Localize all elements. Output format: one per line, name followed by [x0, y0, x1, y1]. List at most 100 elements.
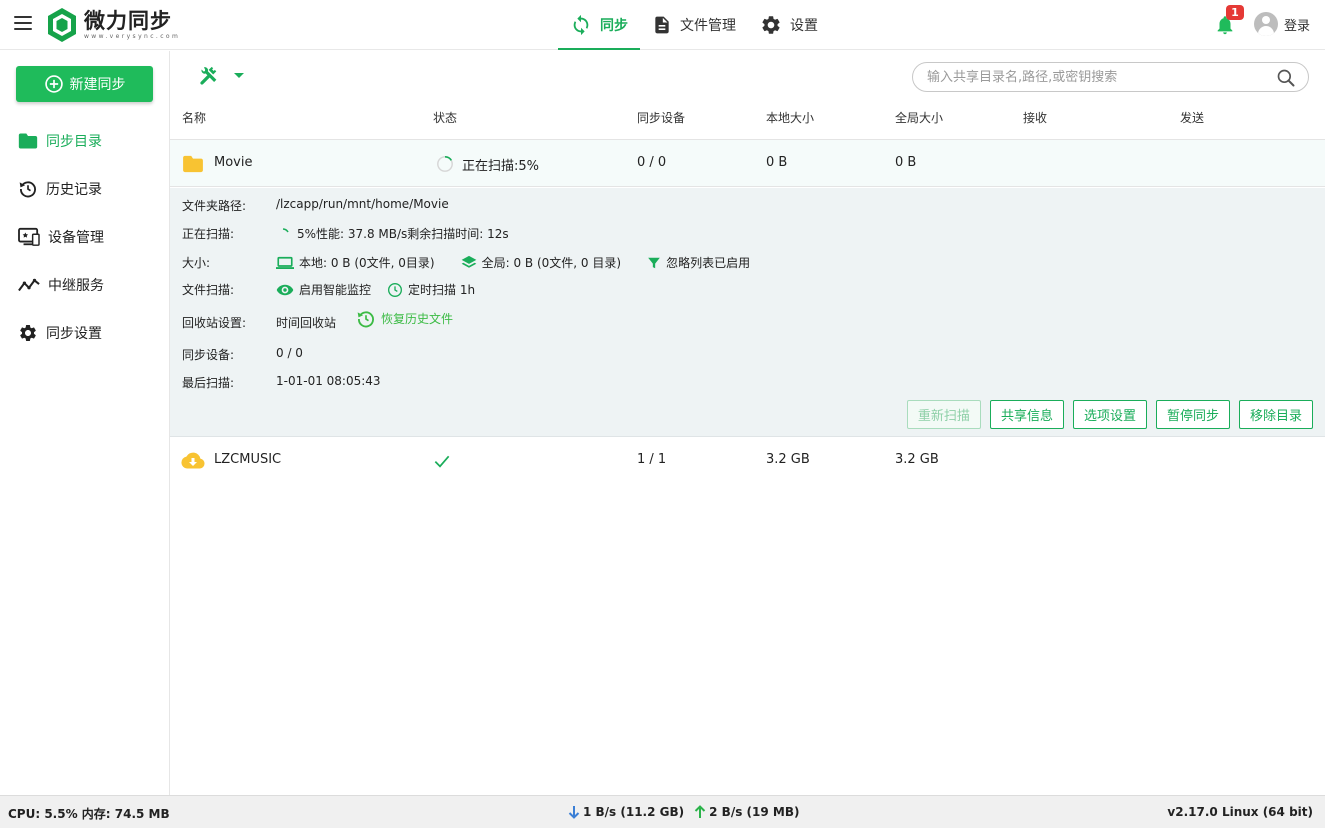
sidebar-item-history[interactable]: 历史记录 — [0, 165, 169, 213]
table-header: 名称 状态 同步设备 本地大小 全局大小 接收 发送 — [170, 103, 1325, 140]
sidebar-item-label: 历史记录 — [46, 182, 102, 198]
folder-name: LZCMUSIC — [214, 452, 282, 467]
nav-tab-label: 文件管理 — [680, 18, 736, 34]
sidebar: 新建同步 同步目录 历史记录 设备管理 中继服务 同步设置 — [0, 51, 170, 795]
detail-label: 大小: — [182, 256, 211, 270]
nav-tab-settings[interactable]: 设置 — [748, 0, 830, 50]
sidebar-item-sync-folders[interactable]: 同步目录 — [0, 117, 169, 165]
sidebar-item-sync-settings[interactable]: 同步设置 — [0, 309, 169, 357]
spinner-icon — [437, 155, 453, 172]
detail-scanning: 5%性能: 37.8 MB/s剩余扫描时间: 12s — [276, 225, 509, 242]
plus-circle-icon — [44, 75, 63, 93]
detail-label: 文件扫描: — [182, 283, 235, 297]
restore-history-link[interactable]: 恢复历史文件 — [356, 311, 453, 329]
cpu-memory-status: CPU: 5.5% 内存: 74.5 MB — [8, 807, 170, 821]
column-header-name: 名称 — [182, 111, 207, 125]
detail-file-scan: 启用智能监控 定时扫描 1h — [276, 281, 475, 298]
upload-rate: 2 B/s (19 MB) — [709, 805, 800, 819]
restore-history-icon — [357, 311, 374, 327]
arrow-up-icon — [694, 805, 706, 818]
file-icon — [655, 16, 669, 34]
smart-monitor: 启用智能监控 — [299, 283, 372, 297]
restore-history-label: 恢复历史文件 — [381, 312, 454, 326]
sidebar-item-devices[interactable]: 设备管理 — [0, 213, 169, 261]
app-url: www.verysync.com — [84, 33, 181, 40]
table-row[interactable]: Movie 正在扫描:5% 0 / 0 0 B 0 B — [170, 140, 1325, 187]
notification-badge: 1 — [1226, 5, 1244, 20]
timed-scan: 定时扫描 1h — [408, 283, 476, 297]
sync-icon — [573, 14, 589, 36]
size-global: 全局: 0 B (0文件, 0 目录) — [481, 256, 622, 270]
layers-icon — [461, 255, 476, 268]
check-icon — [434, 455, 450, 468]
sidebar-item-label: 同步目录 — [46, 134, 102, 150]
detail-label: 正在扫描: — [182, 227, 235, 241]
relay-icon — [18, 278, 40, 292]
main-content: 名称 状态 同步设备 本地大小 全局大小 接收 发送 Movie 正在扫描:5%… — [170, 51, 1325, 795]
detail-path: /lzcapp/run/mnt/home/Movie — [276, 197, 449, 211]
search-input[interactable] — [927, 68, 1267, 86]
nav-tab-label: 同步 — [600, 18, 628, 34]
laptop-icon — [276, 256, 294, 269]
app-name: 微力同步 — [84, 9, 172, 33]
folder-devices: 0 / 0 — [637, 155, 667, 170]
detail-label: 同步设备: — [182, 348, 235, 362]
folder-local-size: 3.2 GB — [766, 452, 810, 467]
login-label: 登录 — [1284, 18, 1311, 34]
column-header-devices: 同步设备 — [637, 111, 686, 125]
search-icon[interactable] — [1276, 68, 1296, 88]
folder-global-size: 3.2 GB — [895, 452, 939, 467]
new-sync-label: 新建同步 — [69, 77, 126, 93]
search-box — [912, 62, 1309, 92]
login-button[interactable]: 登录 — [1254, 12, 1310, 36]
column-header-receive: 接收 — [1023, 111, 1048, 125]
share-info-button[interactable]: 共享信息 — [989, 400, 1064, 429]
folder-global-size: 0 B — [895, 155, 917, 170]
download-rate: 1 B/s (11.2 GB) — [583, 805, 685, 819]
nav-tab-file-manager[interactable]: 文件管理 — [640, 0, 748, 50]
spinner-icon — [282, 227, 289, 232]
detail-label: 回收站设置: — [182, 316, 247, 330]
detail-actions: 重新扫描 共享信息 选项设置 暂停同步 移除目录 — [898, 400, 1313, 429]
nav-tab-sync[interactable]: 同步 — [558, 0, 640, 50]
new-sync-button[interactable]: 新建同步 — [16, 66, 153, 102]
folder-icon — [18, 133, 38, 149]
column-header-local-size: 本地大小 — [766, 111, 815, 125]
folder-devices: 1 / 1 — [637, 452, 667, 467]
sidebar-item-relay[interactable]: 中继服务 — [0, 261, 169, 309]
tools-dropdown[interactable] — [198, 65, 244, 85]
table-row[interactable]: LZCMUSIC 1 / 1 3.2 GB 3.2 GB — [170, 437, 1325, 484]
main-nav: 同步 文件管理 设置 — [558, 0, 830, 50]
options-button[interactable]: 选项设置 — [1072, 400, 1147, 429]
app-logo[interactable]: 微力同步 www.verysync.com — [46, 7, 180, 43]
detail-size: 本地: 0 B (0文件, 0目录) 全局: 0 B (0文件, 0 目录) 忽… — [276, 254, 750, 271]
sidebar-item-label: 设备管理 — [48, 230, 104, 246]
folder-local-size: 0 B — [766, 155, 788, 170]
folder-icon — [183, 155, 203, 173]
detail-recycle: 时间回收站 恢复历史文件 — [276, 311, 453, 331]
sidebar-item-label: 同步设置 — [46, 326, 102, 342]
pause-sync-button[interactable]: 暂停同步 — [1155, 400, 1230, 429]
rescan-button[interactable]: 重新扫描 — [906, 400, 981, 429]
size-local: 本地: 0 B (0文件, 0目录) — [299, 256, 435, 270]
column-header-global-size: 全局大小 — [895, 111, 944, 125]
detail-label: 文件夹路径: — [182, 199, 247, 213]
status-bar: CPU: 5.5% 内存: 74.5 MB 1 B/s (11.2 GB) 2 … — [0, 795, 1325, 828]
detail-devices: 0 / 0 — [276, 346, 303, 360]
detail-last-scan: 1-01-01 08:05:43 — [276, 374, 381, 388]
version-info: v2.17.0 Linux (64 bit) — [1167, 805, 1313, 819]
gear-icon — [762, 16, 780, 34]
arrow-down-icon — [568, 806, 580, 819]
top-bar: 微力同步 www.verysync.com 同步 文件管理 设置 1 登录 — [0, 0, 1325, 50]
recycle-value: 时间回收站 — [276, 316, 337, 330]
filter-icon — [648, 257, 660, 268]
gear-icon — [20, 325, 36, 341]
folder-status: 正在扫描:5% — [462, 159, 540, 174]
avatar-icon — [1254, 12, 1278, 36]
logo-icon — [48, 8, 76, 42]
nav-tab-label: 设置 — [790, 18, 818, 34]
remove-folder-button[interactable]: 移除目录 — [1238, 400, 1313, 429]
eye-icon — [276, 284, 294, 295]
menu-icon[interactable] — [14, 16, 32, 30]
folder-detail-panel: 文件夹路径: /lzcapp/run/mnt/home/Movie 正在扫描: … — [170, 188, 1325, 437]
